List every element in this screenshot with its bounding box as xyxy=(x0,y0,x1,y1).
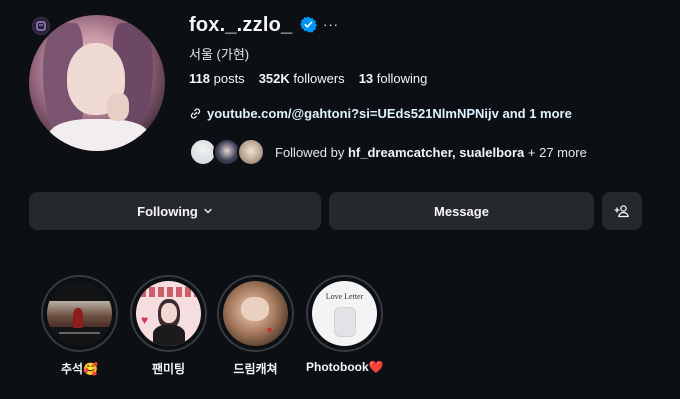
message-button[interactable]: Message xyxy=(329,192,594,230)
avatar-shirt xyxy=(49,119,149,151)
highlight-item[interactable]: 추석🥰 xyxy=(41,275,118,377)
suggest-people-button[interactable] xyxy=(602,192,642,230)
heart-icon: ♥ xyxy=(267,325,273,335)
highlight-cover: Love Letter xyxy=(312,281,377,346)
posts-count: 118 posts xyxy=(189,71,245,86)
mutual-avatars xyxy=(189,138,271,166)
highlight-item[interactable]: ♥ 드림캐쳐 xyxy=(217,275,294,377)
verified-badge-icon xyxy=(300,16,317,33)
profile-avatar[interactable] xyxy=(29,15,165,151)
highlight-ring xyxy=(41,275,118,352)
highlight-label: 추석🥰 xyxy=(60,362,99,376)
highlight-cover: ♥ xyxy=(223,281,288,346)
profile-location: 서울 (가현) xyxy=(189,47,250,62)
link-icon xyxy=(190,108,201,119)
mutual-avatar xyxy=(237,138,265,166)
following-button[interactable]: Following xyxy=(29,192,321,230)
avatar-hand xyxy=(107,93,129,121)
followed-by[interactable]: Followed by hf_dreamcatcher, sualelbora … xyxy=(189,138,587,166)
link-text: youtube.com/@gahtoni?si=UEds521NlmNPNijv… xyxy=(207,106,572,121)
love-letter-text: Love Letter xyxy=(325,292,364,301)
highlight-label: Photobook❤️ xyxy=(306,360,384,374)
highlight-ring: ♥ xyxy=(130,275,207,352)
highlight-item[interactable]: Love Letter Photobook❤️ xyxy=(306,275,384,374)
followers-link[interactable]: 352K followers xyxy=(259,71,345,86)
chevron-down-icon xyxy=(204,208,212,214)
note-icon[interactable] xyxy=(32,17,50,35)
message-button-label: Message xyxy=(434,203,489,219)
external-link[interactable]: youtube.com/@gahtoni?si=UEds521NlmNPNijv… xyxy=(189,106,572,121)
more-options-icon[interactable]: ··· xyxy=(323,17,339,32)
heart-icon: ♥ xyxy=(141,313,149,327)
highlight-label: 드림캐쳐 xyxy=(233,362,278,376)
highlight-cover xyxy=(47,281,112,346)
add-user-icon xyxy=(614,205,629,218)
highlight-ring: Love Letter xyxy=(306,275,383,352)
highlight-ring: ♥ xyxy=(217,275,294,352)
highlight-label: 팬미팅 xyxy=(151,362,186,376)
profile-stats: 118 posts 352K followers 13 following xyxy=(189,71,427,86)
highlight-cover: ♥ xyxy=(136,281,201,346)
followed-by-text: Followed by hf_dreamcatcher, sualelbora … xyxy=(275,144,587,160)
highlight-item[interactable]: ♥ 팬미팅 xyxy=(130,275,207,377)
profile-username: fox._.zzlo_ xyxy=(189,14,293,36)
following-button-label: Following xyxy=(137,203,198,219)
following-link[interactable]: 13 following xyxy=(359,71,428,86)
